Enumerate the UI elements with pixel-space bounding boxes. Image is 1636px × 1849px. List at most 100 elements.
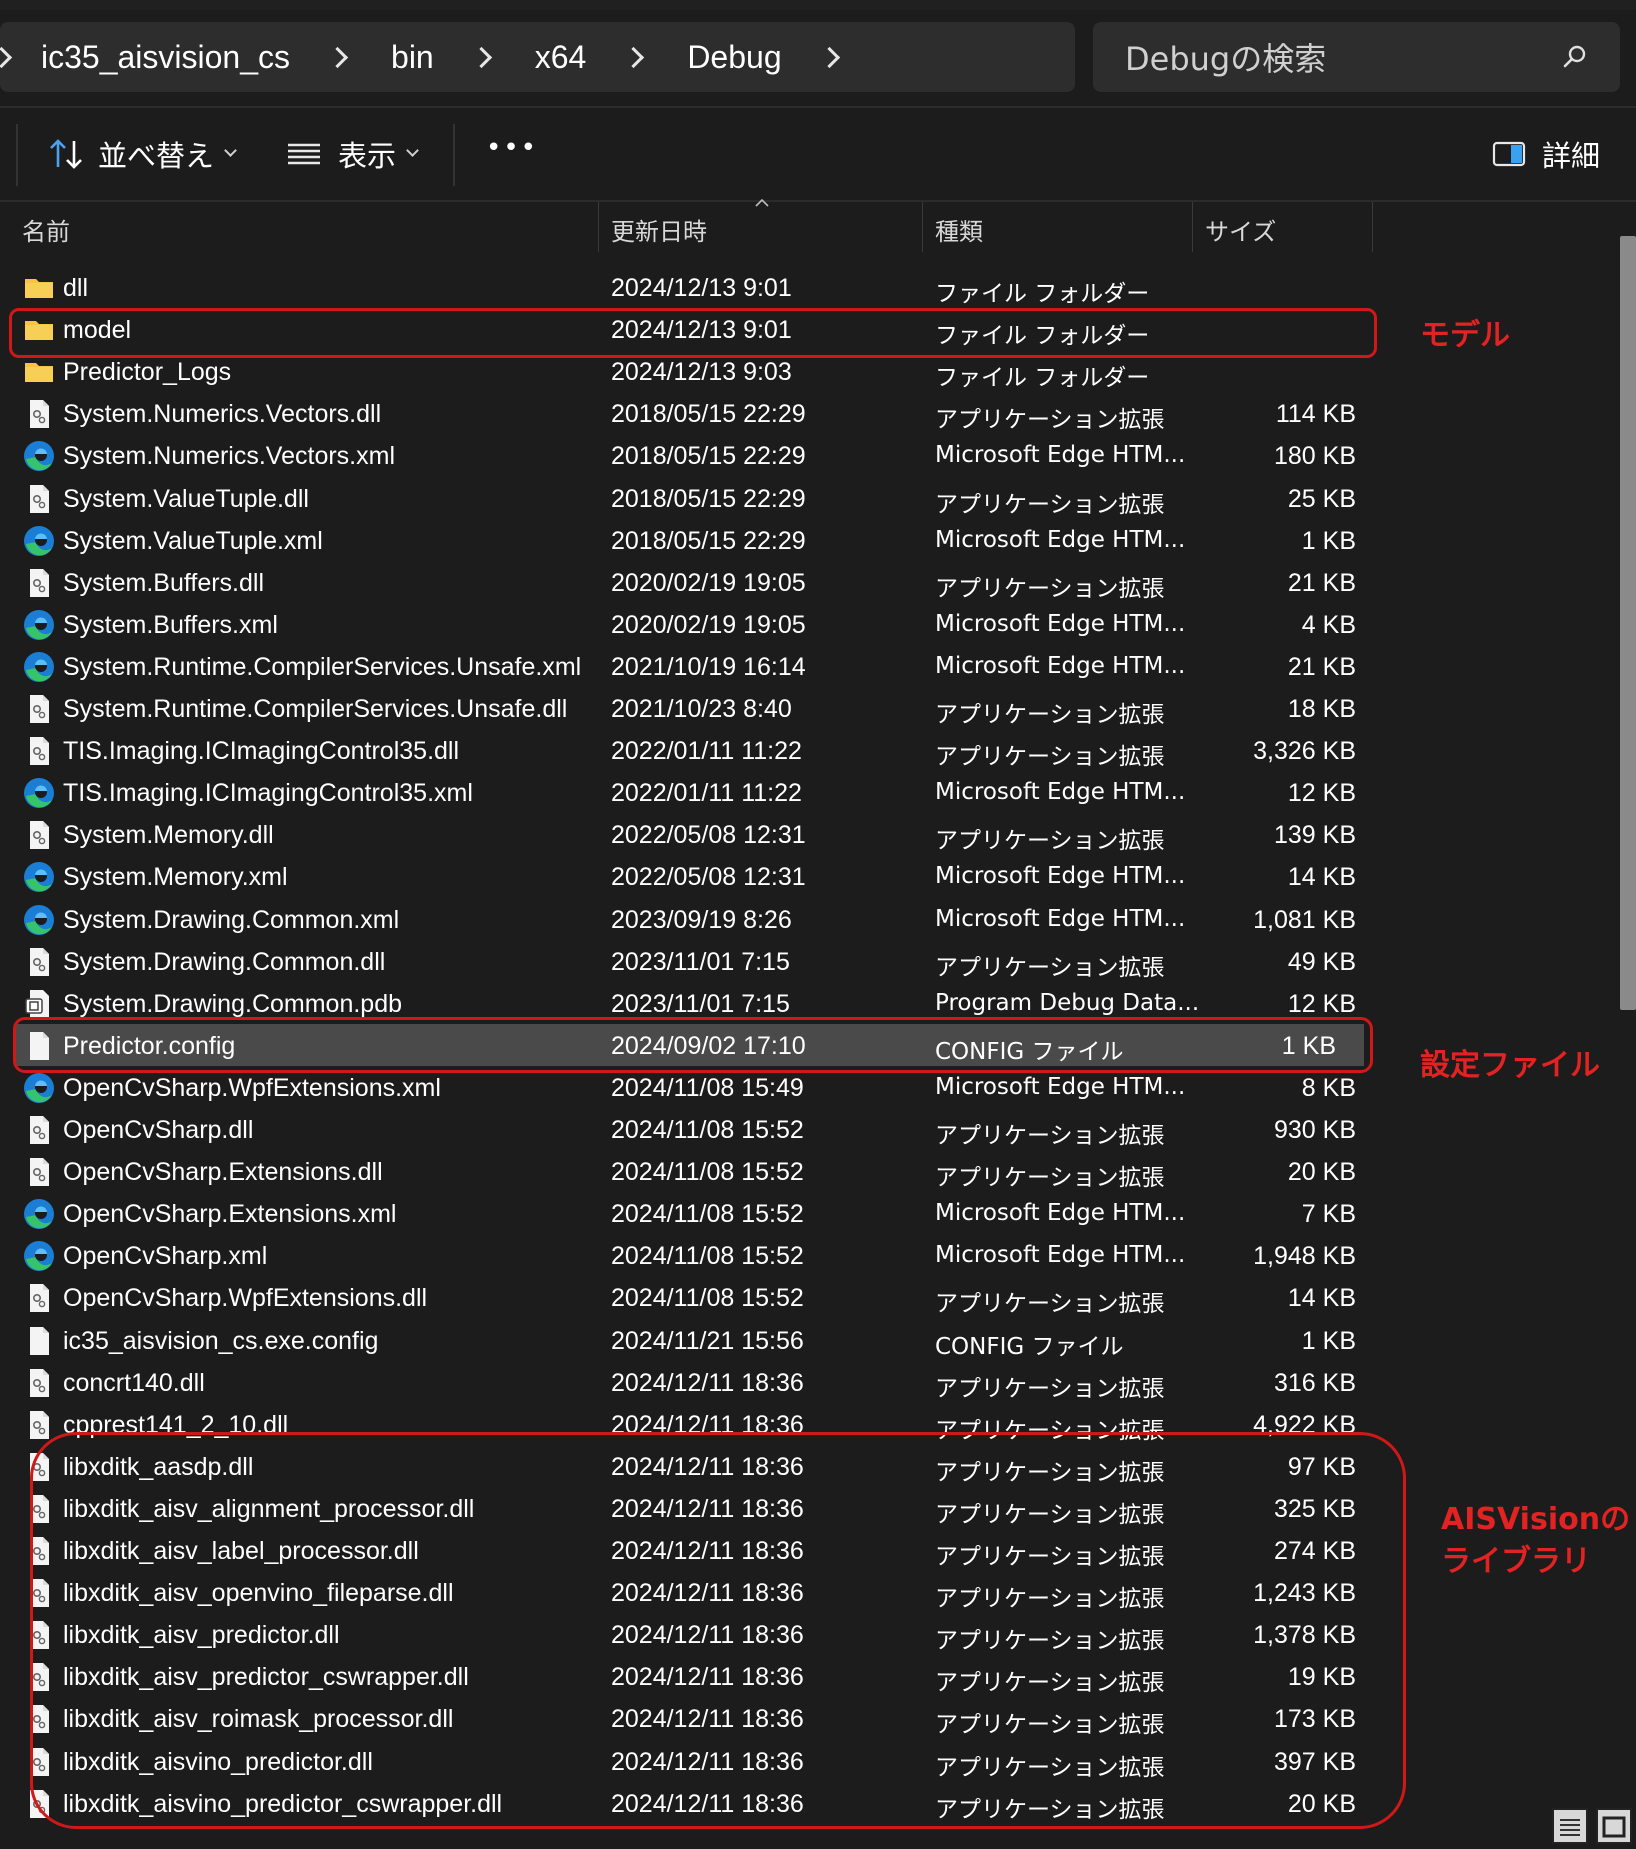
file-row[interactable]: System.Memory.dll 2022/05/08 12:31 アプリケーショ… [0,813,1376,855]
pdb-icon [22,987,56,1021]
file-type: Program Debug Data... [935,989,1200,1016]
file-name: ic35_aisvision_cs.exe.config [63,1326,379,1355]
dll-icon [22,1281,56,1315]
dll-icon [22,692,56,726]
column-header-name[interactable]: 名前 [22,206,70,252]
file-type: Microsoft Edge HTM... [935,1242,1186,1269]
search-box[interactable]: Debugの検索 [1093,22,1620,92]
sort-button[interactable]: 並べ替え [48,130,237,178]
file-row[interactable]: OpenCvSharp.Extensions.dll 2024/11/08 15:… [0,1150,1376,1192]
file-row[interactable]: System.ValueTuple.xml 2018/05/15 22:29 Mic… [0,519,1376,561]
model-highlight-box [9,308,1377,358]
file-row[interactable]: System.ValueTuple.dll 2018/05/15 22:29 アプリ… [0,477,1376,519]
folder-icon [22,271,56,305]
column-divider[interactable] [1192,202,1193,252]
file-date: 2023/11/01 7:15 [611,947,790,976]
file-row[interactable]: ic35_aisvision_cs.exe.config 2024/11/21 1… [0,1319,1376,1361]
file-date: 2024/11/08 15:52 [611,1242,804,1271]
file-size: 114 KB [1275,400,1356,429]
file-name: System.ValueTuple.xml [63,526,323,555]
column-header-type[interactable]: 種類 [935,206,983,252]
details-view-toggle[interactable] [1552,1808,1588,1844]
tiles-view-toggle[interactable] [1596,1808,1632,1844]
breadcrumb-chevron-icon[interactable] [623,46,645,68]
breadcrumb-item-bin[interactable]: bin [391,39,434,76]
file-size: 316 KB [1273,1368,1356,1397]
file-row[interactable]: System.Runtime.CompilerServices.Unsafe.x… [0,645,1376,687]
file-type: ファイル フォルダー [935,281,1150,307]
edge-icon [22,1197,56,1231]
column-divider[interactable] [922,202,923,252]
file-type: Microsoft Edge HTM... [935,905,1186,932]
file-size: 1,081 KB [1253,905,1356,934]
file-row[interactable]: System.Buffers.xml 2020/02/19 19:05 Micros… [0,603,1376,645]
view-button[interactable]: 表示 [286,130,419,178]
column-header-date[interactable]: 更新日時 [611,206,707,252]
file-row[interactable]: OpenCvSharp.WpfExtensions.dll 2024/11/08 … [0,1276,1376,1318]
breadcrumb-chevron-icon[interactable] [470,46,492,68]
file-row[interactable]: System.Drawing.Common.dll 2023/11/01 7:15… [0,940,1376,982]
file-row[interactable]: TIS.Imaging.ICImagingControl35.xml 2022/0… [0,771,1376,813]
file-row[interactable]: System.Numerics.Vectors.xml 2018/05/15 22… [0,434,1376,476]
file-size: 930 KB [1273,1116,1356,1144]
column-divider[interactable] [1372,202,1373,252]
file-row[interactable]: dll 2024/12/13 9:01 ファイル フォルダー [0,266,1376,308]
toolbar-separator [16,124,18,186]
file-name: OpenCvSharp.Extensions.xml [63,1200,397,1229]
file-type: Microsoft Edge HTM... [935,1073,1186,1100]
file-type: アプリケーション拡張 [935,954,1165,981]
file-row[interactable]: System.Memory.xml 2022/05/08 12:31 Microso… [0,855,1376,897]
tiles-view-icon [1602,1816,1626,1838]
details-pane-button[interactable]: 詳細 [1492,130,1600,178]
search-icon[interactable] [1562,44,1588,70]
details-view-icon [1560,1819,1580,1836]
file-row[interactable]: TIS.Imaging.ICImagingControl35.dll 2022/0… [0,729,1376,771]
breadcrumb-chevron-icon[interactable] [326,46,349,68]
dll-icon [22,397,56,431]
file-type: アプリケーション拡張 [935,702,1165,728]
column-header-size[interactable]: サイズ [1205,206,1276,252]
file-row[interactable]: System.Runtime.CompilerServices.Unsafe.d… [0,687,1376,729]
column-divider[interactable] [598,202,599,252]
file-name: concrt140.dll [63,1368,205,1397]
file-date: 2022/05/08 12:31 [611,821,806,850]
file-type: Microsoft Edge HTM... [935,652,1186,679]
file-name: OpenCvSharp.WpfExtensions.dll [63,1284,428,1313]
scrollbar-thumb[interactable] [1620,236,1636,1010]
file-date: 2020/02/19 19:05 [611,568,806,597]
file-date: 2024/11/21 15:56 [611,1326,804,1355]
more-options-button[interactable]: ••• [486,124,538,172]
file-type: アプリケーション拡張 [935,575,1165,602]
list-view-icon [288,143,320,165]
config-highlight-box [13,1017,1373,1073]
breadcrumb-chevron-icon[interactable] [0,46,13,68]
file-row[interactable]: concrt140.dll 2024/12/11 18:36 アプリケーション拡張 3… [0,1361,1376,1403]
file-date: 2018/05/15 22:29 [611,526,806,555]
edge-icon [22,1071,56,1105]
file-size: 20 KB [1287,1158,1356,1187]
sort-label: 並べ替え [98,139,215,173]
file-row[interactable]: System.Drawing.Common.xml 2023/09/19 8:26… [0,898,1376,940]
file-name: TIS.Imaging.ICImagingControl35.dll [63,737,460,766]
file-row[interactable]: System.Numerics.Vectors.dll 2018/05/15 22… [0,392,1376,434]
search-input[interactable]: Debugの検索 [1125,34,1326,80]
file-name: System.Drawing.Common.pdb [63,989,403,1018]
view-label: 表示 [338,139,397,173]
chevron-down-icon [406,143,419,157]
file-row[interactable]: OpenCvSharp.dll 2024/11/08 15:52 アプリケーション拡… [0,1108,1376,1150]
file-type: Microsoft Edge HTM... [935,526,1186,553]
file-date: 2024/11/08 15:52 [611,1284,804,1313]
details-pane-icon [1492,141,1526,167]
file-row[interactable]: OpenCvSharp.xml 2024/11/08 15:52 Microsoft… [0,1234,1376,1276]
file-name: System.Numerics.Vectors.dll [63,400,382,429]
breadcrumb-item-project[interactable]: ic35_aisvision_cs [41,39,290,76]
address-bar[interactable]: ic35_aisvision_cs bin x64 Debug [0,22,1075,92]
file-size: 1 KB [1301,1326,1356,1355]
breadcrumb-chevron-icon[interactable] [818,46,840,68]
breadcrumb-item-debug[interactable]: Debug [687,39,781,76]
file-row[interactable]: OpenCvSharp.Extensions.xml 2024/11/08 15:… [0,1192,1376,1234]
model-annotation: モデル [1420,318,1510,353]
file-size: 180 KB [1273,442,1356,471]
file-row[interactable]: System.Buffers.dll 2020/02/19 19:05 アプリケーシ… [0,561,1376,603]
breadcrumb-item-x64[interactable]: x64 [535,39,587,76]
